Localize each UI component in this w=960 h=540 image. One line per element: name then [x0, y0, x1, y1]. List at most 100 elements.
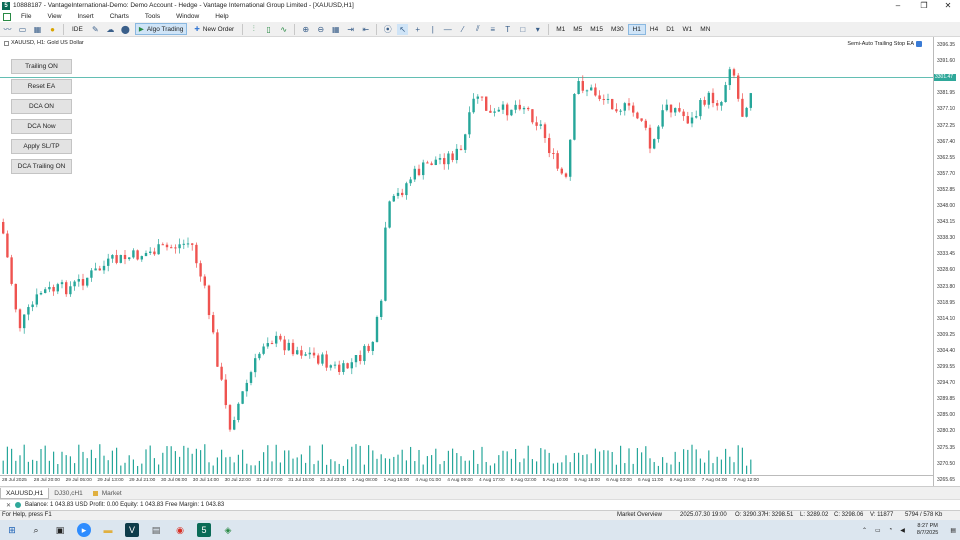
tab-dj30[interactable]: DJ30,cH1 [49, 488, 88, 499]
coin-icon[interactable]: ● [47, 24, 58, 35]
cloud-icon[interactable]: ☁ [105, 24, 116, 35]
task-view-icon[interactable]: ▣ [53, 523, 67, 537]
candle-body [548, 137, 551, 154]
minimize-icon[interactable]: – [888, 0, 908, 11]
profiles-icon[interactable]: ▭ [17, 24, 28, 35]
new-order-button[interactable]: ✚ New Order [191, 23, 237, 35]
candle-body [594, 87, 597, 96]
timeframe-m30[interactable]: M30 [607, 24, 628, 35]
algo-trading-button[interactable]: ▶ Algo Trading [134, 23, 188, 35]
time-axis[interactable]: 28 Jul 2025 28 Jul 20:00 29 Jul 05:00 29 Ju… [0, 475, 933, 486]
close-toolbox-icon[interactable]: ✕ [6, 502, 11, 509]
timeframe-mn[interactable]: MN [696, 24, 714, 35]
zoom-in-icon[interactable]: ⊕ [300, 24, 311, 35]
trailing-on-button[interactable]: Trailing ON [11, 59, 72, 74]
channel-icon[interactable]: ⫽ [472, 24, 483, 35]
strategy-tester-icon[interactable]: ✎ [90, 24, 101, 35]
timeframe-d1[interactable]: D1 [662, 24, 678, 35]
menu-window[interactable]: Window [168, 13, 207, 20]
volume-bar [132, 459, 134, 474]
menu-help[interactable]: Help [207, 13, 236, 20]
candle-body [207, 285, 211, 316]
volume-bar [536, 461, 538, 474]
candlestick-icon[interactable]: ▯ [263, 24, 274, 35]
crosshair-icon[interactable]: + [412, 24, 423, 35]
maximize-icon[interactable]: ❐ [914, 0, 934, 11]
timeframe-m15[interactable]: M15 [586, 24, 607, 35]
network-icon[interactable]: ▭ [875, 527, 881, 534]
candlestick-chart[interactable] [0, 37, 933, 475]
ide-button[interactable]: IDE [69, 23, 86, 35]
expert-advisor-label[interactable]: Semi-Auto Trailing Stop EA [847, 41, 922, 47]
tray-chevron-icon[interactable]: ⌃ [862, 527, 867, 534]
dca-trailing-on-button[interactable]: DCA Trailing ON [11, 159, 72, 174]
notifications-icon[interactable]: ▤ [950, 527, 956, 534]
search-icon[interactable]: ⌕ [29, 523, 43, 537]
candle-body [157, 244, 160, 255]
cursor-icon[interactable]: ↖ [397, 23, 409, 35]
dca-on-button[interactable]: DCA ON [11, 99, 72, 114]
menu-file[interactable]: File [13, 13, 39, 20]
text-icon[interactable]: T [502, 24, 513, 35]
timeframe-h4[interactable]: H4 [646, 24, 662, 35]
chart-shift-icon[interactable]: ⇤ [360, 24, 371, 35]
price-tick-label: 3294.70 [937, 380, 956, 387]
chrome-icon[interactable]: ◉ [173, 523, 187, 537]
status-profile[interactable]: Market Overview [617, 512, 662, 518]
candle-body [535, 122, 538, 126]
shapes-icon[interactable]: □ [517, 24, 528, 35]
menu-view[interactable]: View [39, 13, 69, 20]
autoscroll-icon[interactable]: ⇥ [345, 24, 356, 35]
volume-bar [153, 458, 155, 474]
candle-body [644, 120, 647, 128]
volume-bar [624, 463, 626, 474]
menu-charts[interactable]: Charts [102, 13, 137, 20]
file-explorer-icon[interactable]: ▬ [101, 523, 115, 537]
fibonacci-icon[interactable]: ≡ [487, 24, 498, 35]
market-watch-icon[interactable]: ▦ [32, 24, 43, 35]
dca-now-button[interactable]: DCA Now [11, 119, 72, 134]
timeframe-m1[interactable]: M1 [552, 24, 569, 35]
menu-insert[interactable]: Insert [69, 13, 101, 20]
objects-dropdown-icon[interactable]: ▾ [532, 24, 543, 35]
terminal-app-icon[interactable]: ◈ [221, 523, 235, 537]
horizontal-line-icon[interactable]: — [442, 24, 453, 35]
indicators-icon[interactable]: ⦿ [382, 24, 393, 35]
candle-body [472, 98, 475, 113]
close-icon[interactable]: ✕ [938, 0, 958, 11]
trendline-icon[interactable]: ⁄ [457, 24, 468, 35]
line-chart-icon[interactable]: ∿ [278, 24, 289, 35]
menu-tools[interactable]: Tools [137, 13, 168, 20]
grid-icon[interactable]: ▦ [330, 24, 341, 35]
zoom-app-icon[interactable]: ▸ [77, 523, 91, 537]
clock[interactable]: 8:27 PM 8/7/2025 [917, 523, 938, 537]
bar-chart-icon[interactable]: ⫶ [248, 24, 259, 35]
time-tick-label: 4 Aug 01:00 [415, 478, 441, 483]
vantage-app-icon[interactable]: V [125, 523, 139, 537]
volume-bar [443, 460, 445, 474]
timeframe-w1[interactable]: W1 [679, 24, 697, 35]
volume-icon[interactable]: ◀ [900, 527, 905, 534]
candle-body [690, 117, 694, 124]
vertical-line-icon[interactable]: | [427, 24, 438, 35]
price-axis[interactable]: 3396.353391.603386.803381.953377.103372.… [933, 37, 960, 515]
zoom-out-icon[interactable]: ⊖ [315, 24, 326, 35]
microsoft-store-icon[interactable]: ▤ [149, 523, 163, 537]
candle-body [451, 153, 454, 161]
chart-window[interactable]: XAUUSD, H1: Gold US Dollar Semi-Auto Tra… [0, 37, 960, 515]
reset-ea-button[interactable]: Reset EA [11, 79, 72, 94]
tab-market[interactable]: Market [88, 488, 127, 499]
vps-icon[interactable]: ⬤ [120, 24, 131, 35]
play-icon: ▶ [138, 26, 144, 33]
wifi-icon[interactable]: ◔ [889, 527, 893, 533]
metatrader-taskbar-icon[interactable]: 5 [197, 523, 211, 537]
timeframe-m5[interactable]: M5 [569, 24, 586, 35]
timeframe-h1[interactable]: H1 [627, 23, 646, 35]
apply-sl-tp-button[interactable]: Apply SL/TP [11, 139, 72, 154]
volume-bar [628, 448, 630, 474]
windows-start-icon[interactable]: ⊞ [5, 523, 19, 537]
status-bar: For Help, press F1 Market Overview 2025.… [0, 510, 960, 520]
volume-bar [750, 459, 752, 474]
new-chart-icon[interactable]: 〰 [2, 24, 13, 35]
tab-xauusd[interactable]: XAUUSD,H1 [0, 487, 50, 499]
